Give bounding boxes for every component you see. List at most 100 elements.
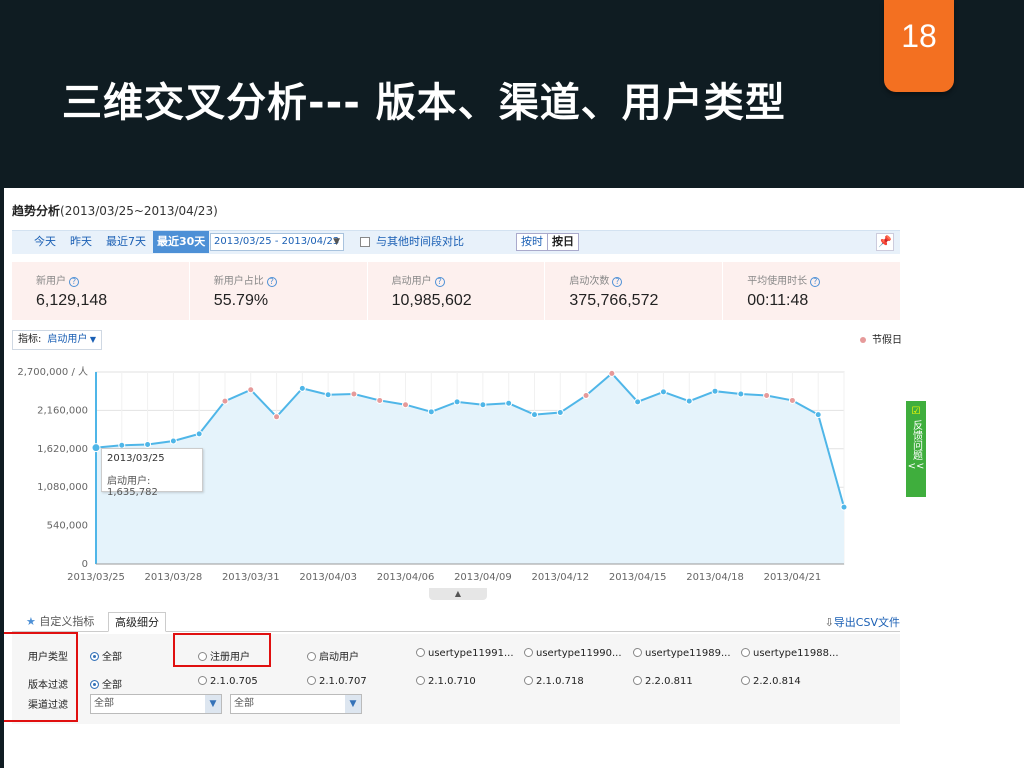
channel-row: 渠道过滤 全部 ▼ 全部 ▼ [12,692,900,714]
by-day-button[interactable]: 按日 [547,234,578,250]
chart-tooltip: 2013/03/25 启动用户: 1,635,782 [101,448,203,498]
feedback-arrow: << [907,461,925,472]
slide-title: 三维交叉分析--- 版本、渠道、用户类型 [62,80,786,126]
data-point [144,441,152,449]
user-type-option[interactable]: usertype11989... [633,648,731,659]
data-point [402,401,410,409]
data-point [814,411,822,419]
metric-new-user-ratio: 新用户占比? 55.79% [190,262,368,320]
tab-advanced-segment[interactable]: 高级细分 [108,612,166,632]
data-point [556,409,564,417]
pin-icon[interactable]: 📌 [876,233,894,251]
x-tick-label: 2013/04/18 [686,572,744,583]
x-tick-label: 2013/04/03 [299,572,357,583]
last7-button[interactable]: 最近7天 [106,231,146,253]
metrics-summary: 新用户? 6,129,148 新用户占比? 55.79% 启动用户? 10,985,6… [12,262,900,320]
data-point [737,390,745,398]
data-point [298,384,306,392]
data-point [763,391,771,399]
data-point [350,390,358,398]
data-point [840,503,848,511]
highlight-box-registered [173,633,271,667]
last30-button[interactable]: 最近30天 [153,231,210,253]
help-icon: ? [434,277,445,287]
chevron-down-icon: ▼ [333,237,340,247]
data-point [169,437,177,445]
data-point [505,399,513,407]
version-option[interactable]: 2.1.0.718 [524,676,584,687]
x-tick-label: 2013/03/31 [222,572,280,583]
chart-collapse-handle[interactable]: ▲ [429,588,487,600]
data-point [273,413,281,421]
date-toolbar: 今天 昨天 最近7天 最近30天 2013/03/25 - 2013/04/23… [12,230,900,254]
x-tick-label: 2013/04/12 [531,572,589,583]
chevron-down-icon: ▼ [345,695,361,713]
user-type-option[interactable]: 全部 [90,648,122,663]
tab-custom-metric[interactable]: ★ 自定义指标 [20,612,100,632]
y-tick-label: 1,080,000 [37,482,88,493]
data-point [247,386,255,394]
data-point [479,401,487,409]
data-point [685,397,693,405]
holiday-legend: 节假日 [860,331,902,346]
today-button[interactable]: 今天 [34,231,56,253]
analytics-screenshot: 趋势分析(2013/03/25~2013/04/23) 今天 昨天 最近7天 最… [4,188,1024,768]
user-type-option[interactable]: usertype11988... [741,648,839,659]
metric-launches: 启动次数? 375,766,572 [545,262,724,320]
compare-label: 与其他时间段对比 [376,235,464,248]
data-point [91,443,101,453]
page-number: 18 [901,18,937,54]
data-point [453,398,461,406]
indicator-select[interactable]: 指标: 启动用户 ▼ [12,330,103,350]
highlight-box-labels [4,632,78,722]
version-option[interactable]: 2.2.0.814 [741,676,801,687]
channel-select-1[interactable]: 全部 ▼ [90,694,222,714]
y-tick-label: 0 [82,559,88,570]
data-point [608,369,616,377]
tooltip-date: 2013/03/25 [107,453,165,464]
trend-title: 趋势分析(2013/03/25~2013/04/23) [12,204,218,218]
date-range-select[interactable]: 2013/03/25 - 2013/04/23 ▼ [210,233,344,251]
holiday-dot-icon [860,337,866,343]
version-option[interactable]: 2.1.0.710 [416,676,476,687]
x-tick-label: 2013/03/28 [145,572,203,583]
channel-select-2[interactable]: 全部 ▼ [230,694,362,714]
x-tick-label: 2013/03/25 [67,572,125,583]
page-number-badge: 18 [884,0,954,92]
feedback-tab[interactable]: ☑ 反馈问题 << [906,401,926,497]
x-tick-label: 2013/04/06 [377,572,435,583]
data-point [788,396,796,404]
version-option[interactable]: 2.1.0.707 [307,676,367,687]
y-tick-label: 1,620,000 [37,444,88,455]
yesterday-button[interactable]: 昨天 [70,231,92,253]
user-type-option[interactable]: usertype11990... [524,648,622,659]
filters-panel: 用户类型 全部 注册用户 启动用户 usertype11991... usert… [12,634,900,724]
version-option[interactable]: 2.2.0.811 [633,676,693,687]
x-tick-label: 2013/04/15 [609,572,667,583]
user-type-option[interactable]: usertype11991... [416,648,514,659]
help-icon: ? [612,277,623,287]
data-point [427,408,435,416]
y-tick-label: 2,160,000 [37,405,88,416]
metric-new-users: 新用户? 6,129,148 [12,262,190,320]
y-tick-label: 2,700,000 / 人 [17,366,88,378]
metric-active-users: 启动用户? 10,985,602 [368,262,546,320]
star-icon: ★ [26,615,40,628]
data-point [659,388,667,396]
feedback-text: 反馈问题 [910,420,922,460]
by-hour-button[interactable]: 按时 [517,234,547,250]
export-csv-link[interactable]: ⇩导出CSV文件 [825,614,900,630]
help-icon: ? [266,277,277,287]
help-icon: ? [69,277,79,287]
chevron-down-icon: ▼ [87,335,97,344]
compare-checkbox[interactable] [360,237,370,247]
version-option[interactable]: 全部 [90,676,122,691]
user-type-option[interactable]: 启动用户 [307,648,359,663]
tooltip-value: 启动用户: 1,635,782 [107,476,158,498]
version-option[interactable]: 2.1.0.705 [198,676,258,687]
data-point [376,396,384,404]
x-tick-label: 2013/04/21 [764,572,822,583]
data-point [582,391,590,399]
data-point [195,430,203,438]
user-type-row: 用户类型 全部 注册用户 启动用户 usertype11991... usert… [12,644,900,666]
